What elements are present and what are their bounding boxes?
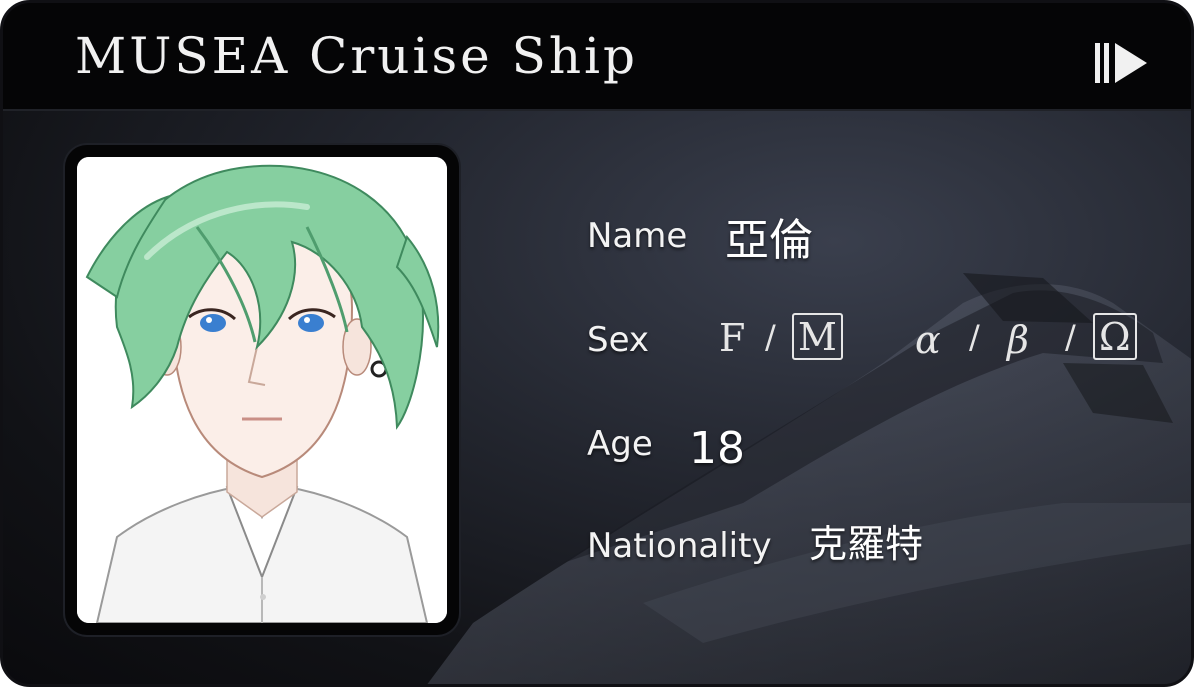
secondary-sex-option-beta: β [1007, 318, 1029, 362]
secondary-sex-option-alpha: α [915, 318, 941, 362]
play-forward-icon [1095, 43, 1147, 83]
age-label: Age [587, 424, 653, 464]
nationality-value: 克羅特 [809, 522, 924, 566]
secondary-sex-separator-2: / [1065, 318, 1076, 356]
name-label: Name [587, 216, 688, 256]
nationality-label: Nationality [587, 526, 772, 566]
age-value: 18 [689, 423, 745, 474]
portrait-frame [65, 145, 459, 635]
secondary-sex-option-omega-selected: Ω [1093, 313, 1137, 360]
portrait-photo [77, 157, 447, 623]
sex-option-f: F [719, 316, 746, 360]
name-value: 亞倫 [725, 215, 813, 266]
sex-label: Sex [587, 320, 650, 360]
sex-option-m-selected: M [792, 313, 843, 360]
card-title: MUSEA Cruise Ship [75, 27, 639, 85]
secondary-sex-separator-1: / [969, 318, 980, 356]
card-header: MUSEA Cruise Ship [3, 3, 1191, 111]
sex-separator: / [765, 318, 776, 356]
id-card: MUSEA Cruise Ship Name 亞倫 Sex F / M α / … [0, 0, 1194, 687]
character-portrait [77, 157, 447, 623]
